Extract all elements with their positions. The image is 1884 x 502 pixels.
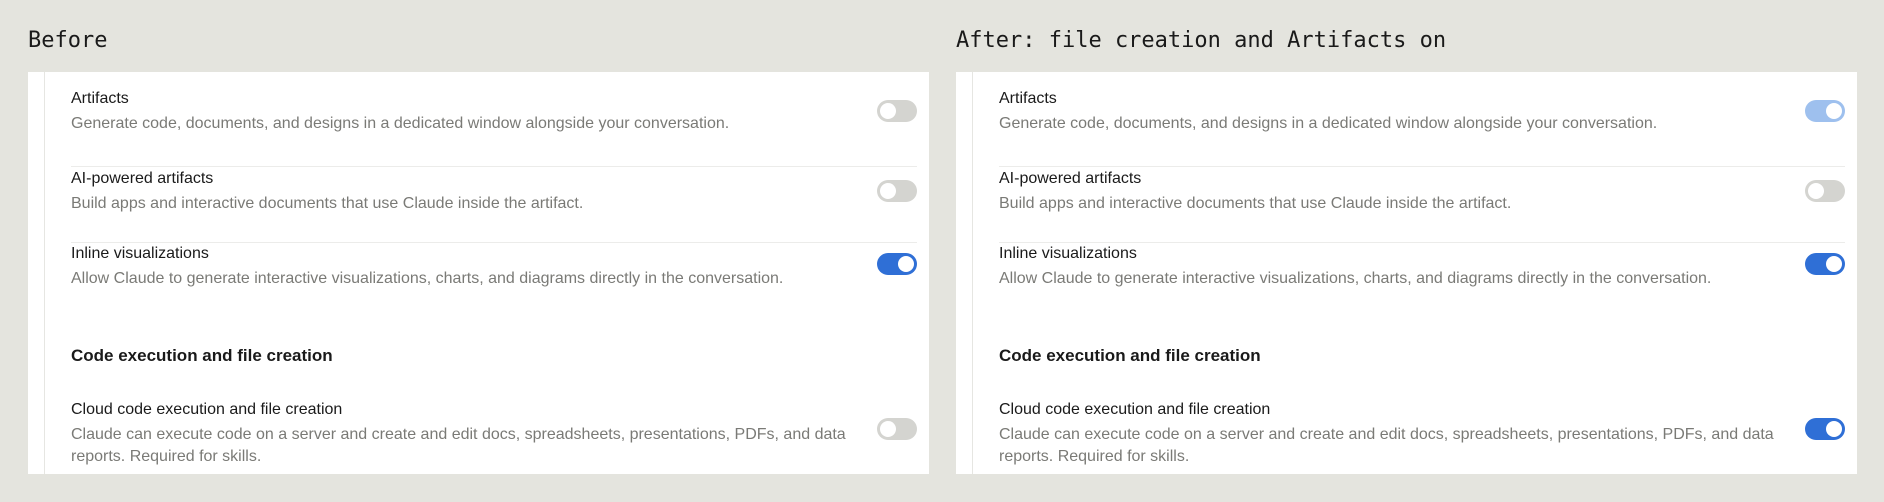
- panel-title-after: After: file creation and Artifacts on: [956, 28, 1447, 53]
- setting-description: Build apps and interactive documents tha…: [71, 195, 584, 212]
- setting-row-ai-powered-artifacts: AI-powered artifacts Build apps and inte…: [71, 168, 917, 243]
- settings-card-after: Artifacts Generate code, documents, and …: [956, 72, 1857, 474]
- setting-description: Claude can execute code on a server and …: [999, 426, 1774, 465]
- setting-title: AI-powered artifacts: [999, 170, 1142, 187]
- setting-title: Inline visualizations: [999, 245, 1137, 262]
- toggle-knob: [898, 256, 914, 272]
- setting-row-inline-visualizations: Inline visualizations Allow Claude to ge…: [999, 243, 1845, 313]
- inline-visualizations-toggle[interactable]: [1805, 253, 1845, 275]
- setting-row-artifacts: Artifacts Generate code, documents, and …: [999, 88, 1845, 167]
- toggle-knob: [880, 103, 896, 119]
- card-divider: [44, 72, 45, 474]
- section-heading: Code execution and file creation: [999, 346, 1261, 365]
- inline-visualizations-toggle[interactable]: [877, 253, 917, 275]
- card-divider: [972, 72, 973, 474]
- toggle-knob: [880, 421, 896, 437]
- setting-description: Generate code, documents, and designs in…: [999, 115, 1658, 132]
- toggle-knob: [1808, 183, 1824, 199]
- toggle-knob: [880, 183, 896, 199]
- setting-row-inline-visualizations: Inline visualizations Allow Claude to ge…: [71, 243, 917, 313]
- toggle-knob: [1826, 421, 1842, 437]
- ai-powered-artifacts-toggle[interactable]: [877, 180, 917, 202]
- setting-title: Artifacts: [999, 90, 1057, 107]
- setting-title: AI-powered artifacts: [71, 170, 214, 187]
- setting-title: Artifacts: [71, 90, 129, 107]
- setting-title: Cloud code execution and file creation: [999, 401, 1271, 418]
- setting-row-ai-powered-artifacts: AI-powered artifacts Build apps and inte…: [999, 168, 1845, 243]
- setting-description: Claude can execute code on a server and …: [71, 426, 846, 465]
- setting-description: Allow Claude to generate interactive vis…: [999, 270, 1712, 287]
- setting-description: Generate code, documents, and designs in…: [71, 115, 730, 132]
- section-heading: Code execution and file creation: [71, 346, 333, 365]
- toggle-knob: [1826, 256, 1842, 272]
- setting-row-cloud-code-execution: Cloud code execution and file creation C…: [999, 399, 1845, 474]
- panel-title-before: Before: [28, 28, 108, 53]
- toggle-knob: [1826, 103, 1842, 119]
- setting-row-artifacts: Artifacts Generate code, documents, and …: [71, 88, 917, 167]
- ai-powered-artifacts-toggle[interactable]: [1805, 180, 1845, 202]
- setting-row-cloud-code-execution: Cloud code execution and file creation C…: [71, 399, 917, 474]
- setting-title: Inline visualizations: [71, 245, 209, 262]
- cloud-code-execution-toggle[interactable]: [1805, 418, 1845, 440]
- settings-card-before: Artifacts Generate code, documents, and …: [28, 72, 929, 474]
- setting-title: Cloud code execution and file creation: [71, 401, 343, 418]
- setting-description: Allow Claude to generate interactive vis…: [71, 270, 784, 287]
- setting-description: Build apps and interactive documents tha…: [999, 195, 1512, 212]
- artifacts-toggle[interactable]: [1805, 100, 1845, 122]
- cloud-code-execution-toggle[interactable]: [877, 418, 917, 440]
- artifacts-toggle[interactable]: [877, 100, 917, 122]
